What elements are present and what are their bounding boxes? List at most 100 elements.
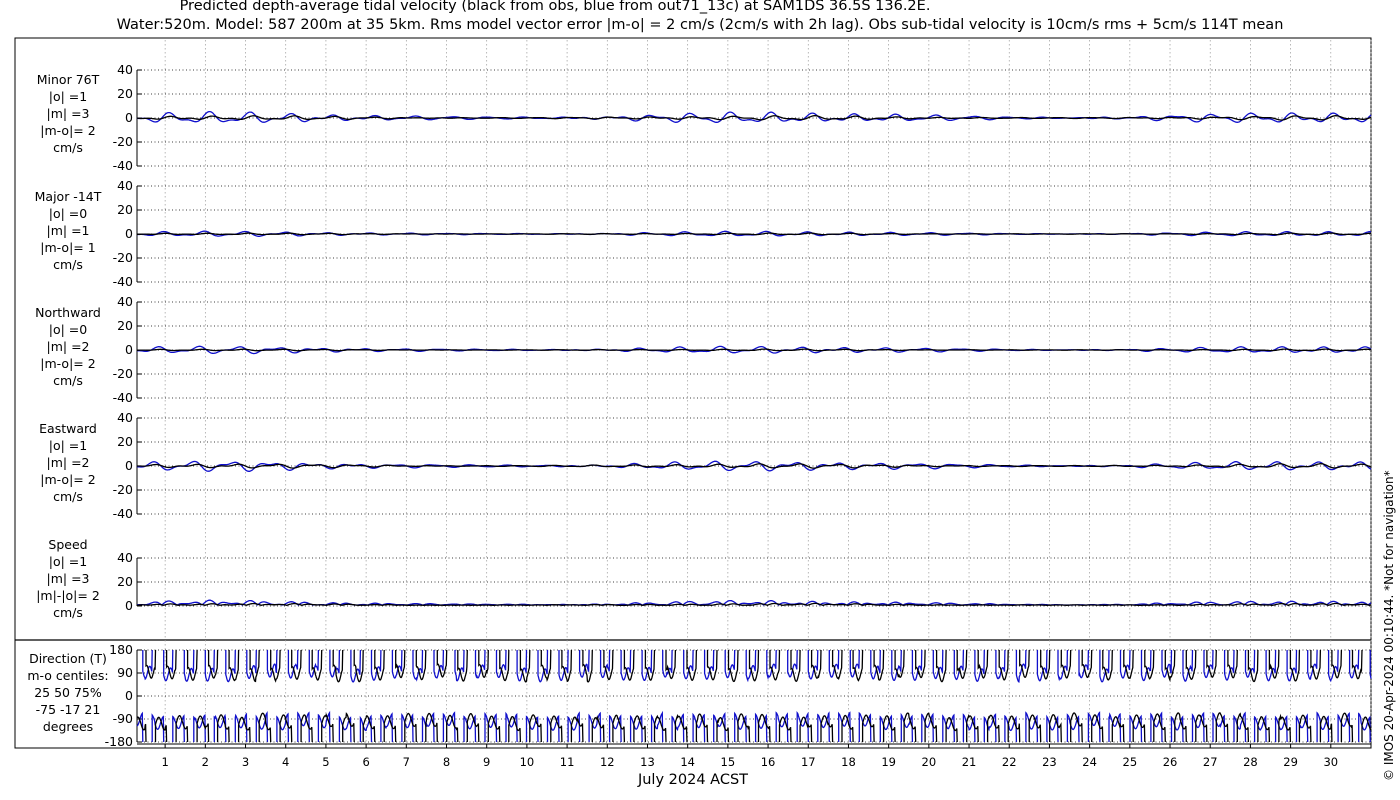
x-tick-label: 5 [322,755,329,769]
model-series-direction [1129,714,1143,743]
x-tick-label: 2 [202,755,209,769]
panel-label-eastward: Eastward [39,421,97,436]
model-series-direction [932,649,944,680]
x-tick-label: 29 [1283,755,1298,769]
y-tick-label-direction: 90 [117,665,133,680]
panel-label-minor: |m-o|= 2 [40,123,95,138]
model-series-direction [900,712,914,743]
y-tick-label-direction: -180 [105,734,133,749]
obs-series-direction [321,712,334,743]
obs-series-direction [778,716,792,743]
y-tick-label-direction: 0 [125,688,133,703]
model-series-direction [724,649,736,679]
model-series-direction [297,711,310,743]
model-series-direction [276,712,290,743]
obs-series-direction [1070,712,1083,743]
y-tick-label-minor: 20 [117,86,133,101]
model-series-direction [412,649,424,682]
model-series-direction [516,649,528,682]
x-tick-label: 9 [483,755,490,769]
x-tick-label: 10 [520,755,535,769]
panel-label-minor: Minor 76T [37,72,100,87]
panel-label-minor: |o| =1 [49,89,87,104]
obs-series-direction [591,715,605,743]
model-series-direction [246,649,257,680]
panel-label-eastward: |o| =1 [49,438,87,453]
obs-series-direction [332,649,344,683]
model-series-direction [1004,714,1018,743]
obs-series-direction [820,715,834,743]
x-tick-label: 15 [721,755,736,769]
obs-series-direction [311,649,323,681]
model-series-direction [879,714,893,743]
x-tick-label: 30 [1323,755,1338,769]
obs-series-direction [237,716,251,743]
model-series-direction [953,649,965,681]
model-series-direction [1099,649,1110,683]
y-tick-label-eastward: 20 [117,434,133,449]
model-series-direction [421,711,435,743]
obs-series-direction [1174,712,1187,743]
model-series-direction [983,713,997,743]
model-series-direction [1274,715,1288,743]
obs-series-direction [716,717,730,743]
x-tick-label: 23 [1042,755,1057,769]
model-series-direction [183,649,195,682]
model-series-direction [370,649,382,682]
y-tick-label-speed: 20 [117,574,133,589]
model-series-direction [683,649,694,680]
panel-label-minor: |m| =3 [47,106,90,121]
model-series-direction [380,712,394,743]
panel-label-speed: |m|-|o|= 2 [36,588,100,603]
model-series-direction [142,649,153,681]
x-tick-label: 7 [403,755,410,769]
model-series-direction [1233,711,1247,743]
panel-label-direction: Direction (T) [29,651,107,666]
y-tick-label-major: -20 [113,250,133,265]
panel-label-northward: Northward [35,305,101,320]
panel-label-northward: |o| =0 [49,322,88,337]
panel-label-direction: -75 -17 21 [36,702,101,717]
model-series-direction [1025,711,1039,743]
y-tick-label-northward: -20 [113,366,133,381]
model-series-direction [608,714,622,743]
model-series-direction [225,649,236,683]
model-series-direction [172,714,185,743]
model-series-direction [620,649,632,681]
y-tick-label-major: 40 [117,178,133,193]
model-series-direction [942,713,955,743]
panel-label-minor: cm/s [53,140,83,155]
y-tick-label-minor: 40 [117,62,133,77]
model-series-direction [1212,712,1226,743]
copyright-note: © IMOS 20-Apr-2024 00:10:44. *Not for na… [1382,470,1396,781]
model-series-direction [629,714,643,743]
model-series-direction [287,649,299,679]
x-tick-label: 16 [761,755,776,769]
y-tick-label-direction: -90 [113,711,133,726]
y-tick-label-major: -40 [113,274,133,289]
y-tick-label-northward: 40 [117,294,133,309]
model-series-direction [558,649,569,682]
obs-series-direction [383,715,397,743]
y-tick-label-speed: 0 [125,598,133,613]
model-series-direction [641,649,653,682]
x-tick-label: 18 [841,755,856,769]
model-series-direction [995,649,1006,680]
model-series-direction [578,649,590,678]
panel-label-northward: cm/s [53,373,83,388]
model-series-direction [921,712,934,743]
obs-series-direction [873,649,885,681]
panel-label-major: cm/s [53,257,83,272]
panel-label-major: |m-o|= 1 [40,240,95,255]
obs-series-direction [300,714,313,743]
model-series-direction [599,649,611,679]
obs-series-direction [425,712,438,743]
model-series-direction [734,711,747,743]
x-tick-label: 20 [922,755,937,769]
x-tick-label: 21 [962,755,977,769]
x-tick-label: 24 [1082,755,1097,769]
y-tick-label-northward: 20 [117,318,133,333]
model-series-direction [692,712,706,743]
obs-series-major [137,232,1371,236]
model-series-direction [308,649,320,678]
